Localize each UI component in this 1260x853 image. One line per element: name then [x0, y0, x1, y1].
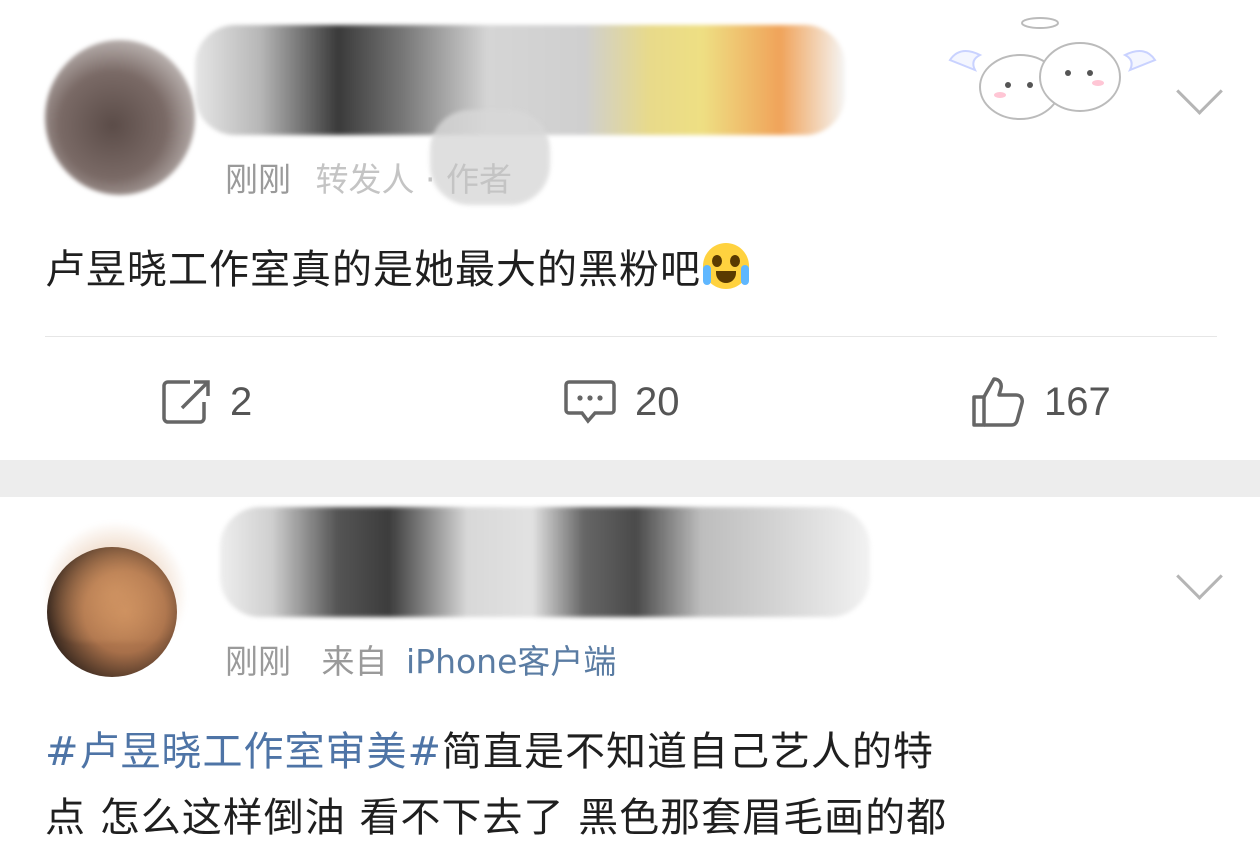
- post-meta: 刚刚 转发人 · 作者: [225, 153, 512, 201]
- like-count: 167: [1044, 379, 1111, 424]
- post-content-line1: 简直是不知道自己艺人的特: [442, 729, 935, 775]
- repost-icon: [160, 378, 212, 426]
- post-card-2: 刚刚 来自 iPhone客户端 #卢昱晓工作室审美#简直是不知道自己艺人的特 点…: [0, 497, 1260, 853]
- badge-sticker: [940, 15, 1160, 125]
- post-content-text: 卢昱晓工作室真的是她最大的黑粉吧: [45, 247, 701, 293]
- post-meta: 刚刚 来自 iPhone客户端: [225, 635, 616, 683]
- repost-count: 2: [230, 379, 253, 424]
- post-content: #卢昱晓工作室审美#简直是不知道自己艺人的特 点 怎么这样倒油 看不下去了 黑色…: [45, 722, 947, 848]
- source-link[interactable]: iPhone客户端: [406, 642, 616, 681]
- hashtag-link[interactable]: #卢昱晓工作室审美#: [45, 729, 442, 775]
- comment-icon: [563, 378, 617, 426]
- post-content-line2: 点 怎么这样倒油 看不下去了 黑色那套眉毛画的都: [45, 795, 948, 841]
- repost-button[interactable]: 2: [160, 372, 252, 432]
- post-time: 刚刚: [225, 642, 291, 681]
- avatar-scribble: [40, 522, 190, 642]
- loudly-crying-face: [703, 243, 749, 289]
- comment-button[interactable]: 20: [563, 372, 680, 432]
- username-censored[interactable]: [220, 507, 870, 617]
- like-button[interactable]: 167: [970, 372, 1111, 432]
- divider: [45, 336, 1217, 337]
- chevron-down-icon[interactable]: [1176, 553, 1223, 600]
- avatar-censored[interactable]: [45, 40, 195, 195]
- from-label: 来自: [321, 642, 388, 681]
- post-content: 卢昱晓工作室真的是她最大的黑粉吧: [45, 240, 749, 300]
- comment-count: 20: [635, 379, 680, 424]
- post-time: 刚刚: [225, 160, 291, 199]
- post-meta-rest: 转发人 · 作者: [315, 160, 512, 199]
- chevron-down-icon[interactable]: [1176, 68, 1223, 115]
- post-card-1: 刚刚 转发人 · 作者 卢昱晓工作室真的是她最大的黑粉吧 2 20 167: [0, 0, 1260, 460]
- like-icon: [970, 375, 1026, 429]
